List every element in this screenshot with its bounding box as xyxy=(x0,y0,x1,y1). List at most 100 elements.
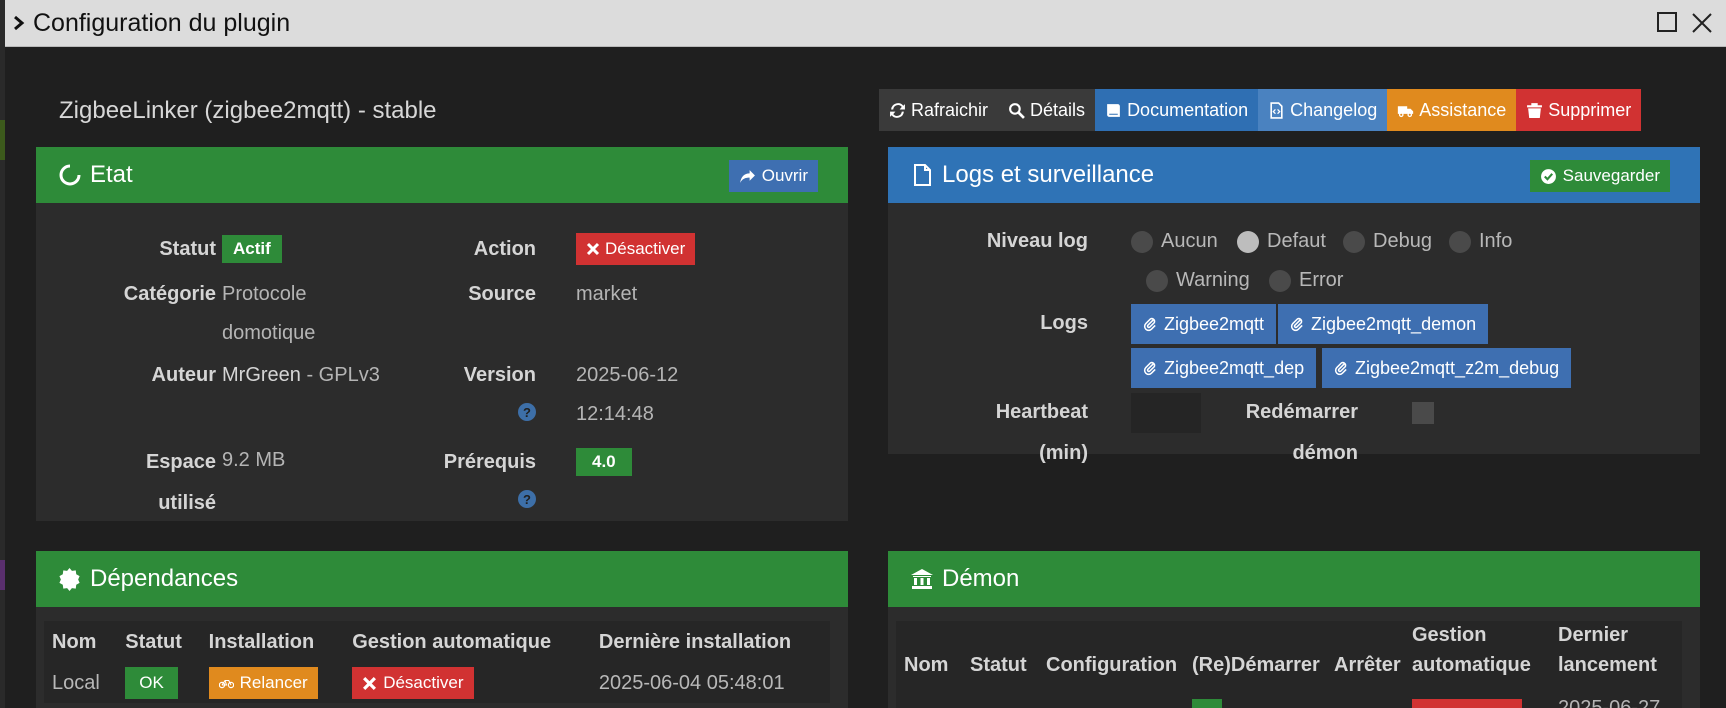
radio-dot xyxy=(1343,230,1365,253)
categorie-value-line1: Protocole xyxy=(222,283,307,305)
radio-dot xyxy=(1146,269,1168,292)
close-icon[interactable] xyxy=(1690,11,1714,40)
auteur-label: Auteur xyxy=(151,364,216,386)
prerequis-help-icon[interactable]: ? xyxy=(518,490,536,508)
relaunch-button[interactable]: Relancer xyxy=(208,667,318,699)
delete-label: Supprimer xyxy=(1548,99,1632,120)
paperclip-icon xyxy=(1334,361,1347,375)
changelog-label: Changelog xyxy=(1290,99,1378,120)
dependances-table: Nom Statut Installation Gestion automati… xyxy=(44,621,830,703)
version-help-icon[interactable]: ? xyxy=(518,403,536,421)
open-label: Ouvrir xyxy=(761,166,808,185)
plugin-config-content: ZigbeeLinker (zigbee2mqtt) - stable Rafr… xyxy=(5,47,1726,708)
demon-title: Démon xyxy=(942,565,1020,592)
details-label: Détails xyxy=(1030,99,1086,120)
details-button[interactable]: Détails xyxy=(998,89,1096,131)
version-time: 12:14:48 xyxy=(576,403,654,425)
etat-panel: Etat Ouvrir Statut Actif Action Désactiv… xyxy=(36,147,848,521)
save-button[interactable]: Sauvegarder xyxy=(1529,160,1670,192)
log-file-zigbee2mqtt-dep[interactable]: Zigbee2mqtt_dep xyxy=(1131,348,1317,388)
log-level-label: Info xyxy=(1479,230,1513,252)
demon-status-badge-partial xyxy=(1192,699,1222,708)
heartbeat-input[interactable] xyxy=(1131,393,1201,433)
espace-label-line2: utilisé xyxy=(158,492,216,514)
dep-last-install: 2025-06-04 05:48:01 xyxy=(598,671,785,694)
deactivate-auto-management-button[interactable]: Désactiver xyxy=(352,667,474,699)
refresh-label: Rafraichir xyxy=(911,99,989,120)
plugin-title: ZigbeeLinker (zigbee2mqtt) - stable xyxy=(59,97,437,124)
table-header-row: Nom Statut Installation Gestion automati… xyxy=(44,621,830,663)
restart-daemon-label-line1: Redémarrer xyxy=(1245,401,1358,423)
refresh-button[interactable]: Rafraichir xyxy=(879,89,999,131)
ambulance-icon xyxy=(1398,105,1414,117)
categorie-label: Catégorie xyxy=(123,283,216,305)
column-header: automatique xyxy=(1412,654,1531,676)
action-label: Action xyxy=(473,238,536,260)
prerequis-label: Prérequis xyxy=(443,451,536,473)
bicycle-icon xyxy=(218,679,234,688)
paperclip-icon xyxy=(1143,361,1156,375)
demon-panel: Démon Nom Statut Configuration (Re)Démar… xyxy=(888,551,1700,708)
espace-value: 9.2 MB xyxy=(222,449,286,471)
statut-label: Statut xyxy=(159,238,216,260)
dep-install-cell: Relancer xyxy=(201,663,345,703)
restart-daemon-label-line2: démon xyxy=(1292,442,1358,464)
table-row: Local OK Relancer Désactiver 2025-06-04 … xyxy=(44,663,830,703)
log-level-label: Defaut xyxy=(1267,230,1326,252)
auteur-value: MrGreen - GPLv3 xyxy=(222,356,380,394)
documentation-button[interactable]: Documentation xyxy=(1095,89,1259,131)
column-header: lancement xyxy=(1558,654,1657,676)
log-level-aucun[interactable]: Aucun xyxy=(1131,230,1218,253)
demon-auto-button-partial xyxy=(1412,699,1522,708)
dep-status-badge: OK xyxy=(125,667,178,699)
log-level-error[interactable]: Error xyxy=(1269,269,1343,292)
dependances-panel-header: Dépendances xyxy=(36,551,848,607)
dependances-title: Dépendances xyxy=(90,565,239,592)
plugin-toolbar: Rafraichir Détails Documentation Changel… xyxy=(879,89,1642,131)
demon-table: Nom Statut Configuration (Re)Démarrer Ar… xyxy=(896,621,1682,708)
demon-last-launch: 2025-06-27 xyxy=(1558,697,1661,708)
column-header: (Re)Démarrer xyxy=(1192,654,1320,676)
heartbeat-label-line1: Heartbeat xyxy=(995,401,1088,423)
window-titlebar: Configuration du plugin xyxy=(5,0,1726,47)
chevron-right-icon[interactable] xyxy=(5,0,33,47)
dep-gestion-cell: Désactiver xyxy=(344,663,591,703)
column-header: Installation xyxy=(208,630,315,653)
niveau-log-label: Niveau log xyxy=(986,230,1088,252)
log-level-defaut[interactable]: Defaut xyxy=(1237,230,1326,253)
save-label: Sauvegarder xyxy=(1562,166,1660,185)
delete-button[interactable]: Supprimer xyxy=(1516,89,1642,131)
radio-dot xyxy=(1449,230,1471,253)
log-level-debug[interactable]: Debug xyxy=(1343,230,1432,253)
log-file-zigbee2mqtt-z2m-debug[interactable]: Zigbee2mqtt_z2m_debug xyxy=(1322,348,1572,388)
source-value: market xyxy=(576,283,638,305)
assistance-label: Assistance xyxy=(1419,99,1507,120)
column-header: Configuration xyxy=(1046,654,1178,676)
trash-icon xyxy=(1527,102,1543,118)
log-file-zigbee2mqtt[interactable]: Zigbee2mqtt xyxy=(1131,304,1277,344)
restart-daemon-checkbox[interactable] xyxy=(1412,402,1434,424)
paperclip-icon xyxy=(1143,317,1156,331)
maximize-icon[interactable] xyxy=(1656,11,1678,38)
logs-panel: Logs et surveillance Sauvegarder Niveau … xyxy=(888,147,1700,464)
espace-label-line1: Espace xyxy=(145,451,216,473)
version-date: 2025-06-12 xyxy=(576,364,679,386)
log-level-warning[interactable]: Warning xyxy=(1146,269,1250,292)
search-icon xyxy=(1009,102,1025,119)
column-header: Dernière installation xyxy=(598,630,792,653)
refresh-icon xyxy=(890,102,905,118)
share-icon xyxy=(739,169,755,183)
changelog-button[interactable]: Changelog xyxy=(1258,89,1388,131)
log-level-info[interactable]: Info xyxy=(1449,230,1512,253)
dependances-panel: Dépendances Nom Statut Installation Gest… xyxy=(36,551,848,708)
open-button[interactable]: Ouvrir xyxy=(728,160,818,192)
log-file-zigbee2mqtt-demon[interactable]: Zigbee2mqtt_demon xyxy=(1278,304,1489,344)
window-title: Configuration du plugin xyxy=(33,8,291,37)
deactivate-plugin-button[interactable]: Désactiver xyxy=(576,233,696,265)
deactivate-label: Désactiver xyxy=(605,239,686,258)
logs-title: Logs et surveillance xyxy=(942,161,1155,188)
assistance-button[interactable]: Assistance xyxy=(1387,89,1517,131)
categorie-value-line2: domotique xyxy=(222,322,316,344)
heartbeat-label-line2: (min) xyxy=(1039,442,1088,464)
circle-notch-icon xyxy=(58,163,82,187)
